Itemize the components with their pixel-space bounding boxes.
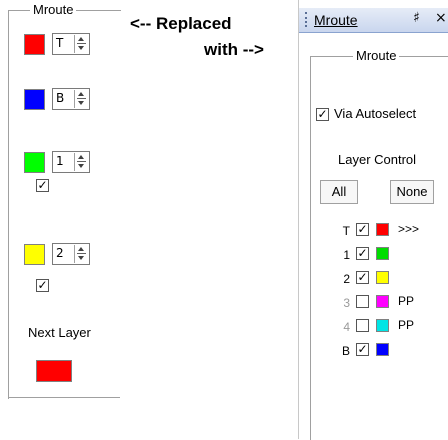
old-layer-swatch-bottom[interactable]: [24, 89, 45, 110]
layer-color-swatch-3[interactable]: [376, 295, 389, 308]
active-layer-indicator: >>>: [398, 222, 420, 236]
replaced-annotation-line1: <-- Replaced: [130, 14, 232, 33]
spin-arrows-icon[interactable]: [74, 90, 88, 108]
next-layer-swatch[interactable]: [36, 360, 72, 382]
spin-value: 2: [56, 246, 64, 260]
layer-pp-tag: PP: [398, 318, 415, 332]
layer-control-label: Layer Control: [338, 152, 417, 167]
layer-color-swatch-T[interactable]: [376, 223, 389, 236]
none-button[interactable]: None: [390, 180, 434, 204]
layer-checkbox-B[interactable]: ✓: [356, 343, 369, 356]
via-autoselect-label[interactable]: Via Autoselect: [334, 106, 416, 121]
new-group-title: Mroute: [353, 48, 400, 63]
old-layer-spinner-2[interactable]: 2: [52, 243, 90, 265]
via-autoselect-checkbox[interactable]: ✓: [316, 108, 329, 121]
replaced-annotation-line2: with -->: [204, 40, 264, 59]
next-layer-label: Next Layer: [28, 325, 91, 340]
layer-name-2: 2: [343, 272, 350, 286]
old-group-frame: [8, 10, 121, 399]
layer-name-1: 1: [343, 248, 350, 262]
grip-icon[interactable]: [305, 12, 309, 27]
all-button[interactable]: All: [320, 180, 358, 204]
layer-color-swatch-4[interactable]: [376, 319, 389, 332]
spin-value: T: [56, 36, 64, 50]
spin-value: 1: [56, 154, 64, 168]
layer-color-swatch-1[interactable]: [376, 247, 389, 260]
layer-name-B: B: [341, 344, 350, 358]
layer-color-swatch-B[interactable]: [376, 343, 389, 356]
layer-checkbox-T[interactable]: ✓: [356, 223, 369, 236]
spin-arrows-icon[interactable]: [74, 245, 88, 263]
old-layer-swatch-2[interactable]: [24, 244, 45, 265]
old-group-title: Mroute: [30, 2, 77, 17]
pin-icon[interactable]: ♯: [413, 10, 420, 26]
old-layer-checkbox-1[interactable]: ✓: [36, 179, 49, 192]
close-icon[interactable]: ×: [435, 10, 447, 26]
old-layer-swatch-1[interactable]: [24, 152, 45, 173]
spin-value: B: [56, 91, 65, 105]
new-mroute-panel: Mroute ♯ × Mroute ✓ Via Autoselect Layer…: [298, 0, 448, 440]
old-mroute-panel: Mroute T B 1 ✓ 2 ✓ Next Layer: [0, 0, 122, 399]
layer-name-3: 3: [343, 296, 350, 310]
old-layer-spinner-1[interactable]: 1: [52, 151, 90, 173]
layer-checkbox-2[interactable]: ✓: [356, 271, 369, 284]
old-layer-spinner-top[interactable]: T: [52, 33, 90, 55]
old-layer-swatch-top[interactable]: [24, 34, 45, 55]
layer-checkbox-4[interactable]: [356, 319, 369, 332]
old-layer-checkbox-2[interactable]: ✓: [36, 279, 49, 292]
dock-titlebar[interactable]: Mroute ♯ ×: [299, 8, 448, 33]
spin-arrows-icon[interactable]: [74, 153, 88, 171]
layer-checkbox-1[interactable]: ✓: [356, 247, 369, 260]
layer-color-swatch-2[interactable]: [376, 271, 389, 284]
layer-pp-tag: PP: [398, 294, 415, 308]
dock-title: Mroute: [314, 12, 358, 28]
old-frame-bottom: [8, 397, 120, 398]
old-layer-spinner-bottom[interactable]: B: [52, 88, 90, 110]
layer-checkbox-3[interactable]: [356, 295, 369, 308]
panel-edge: [298, 0, 299, 439]
layer-name-T: T: [342, 224, 350, 238]
layer-name-4: 4: [343, 320, 350, 334]
spin-arrows-icon[interactable]: [74, 35, 88, 53]
